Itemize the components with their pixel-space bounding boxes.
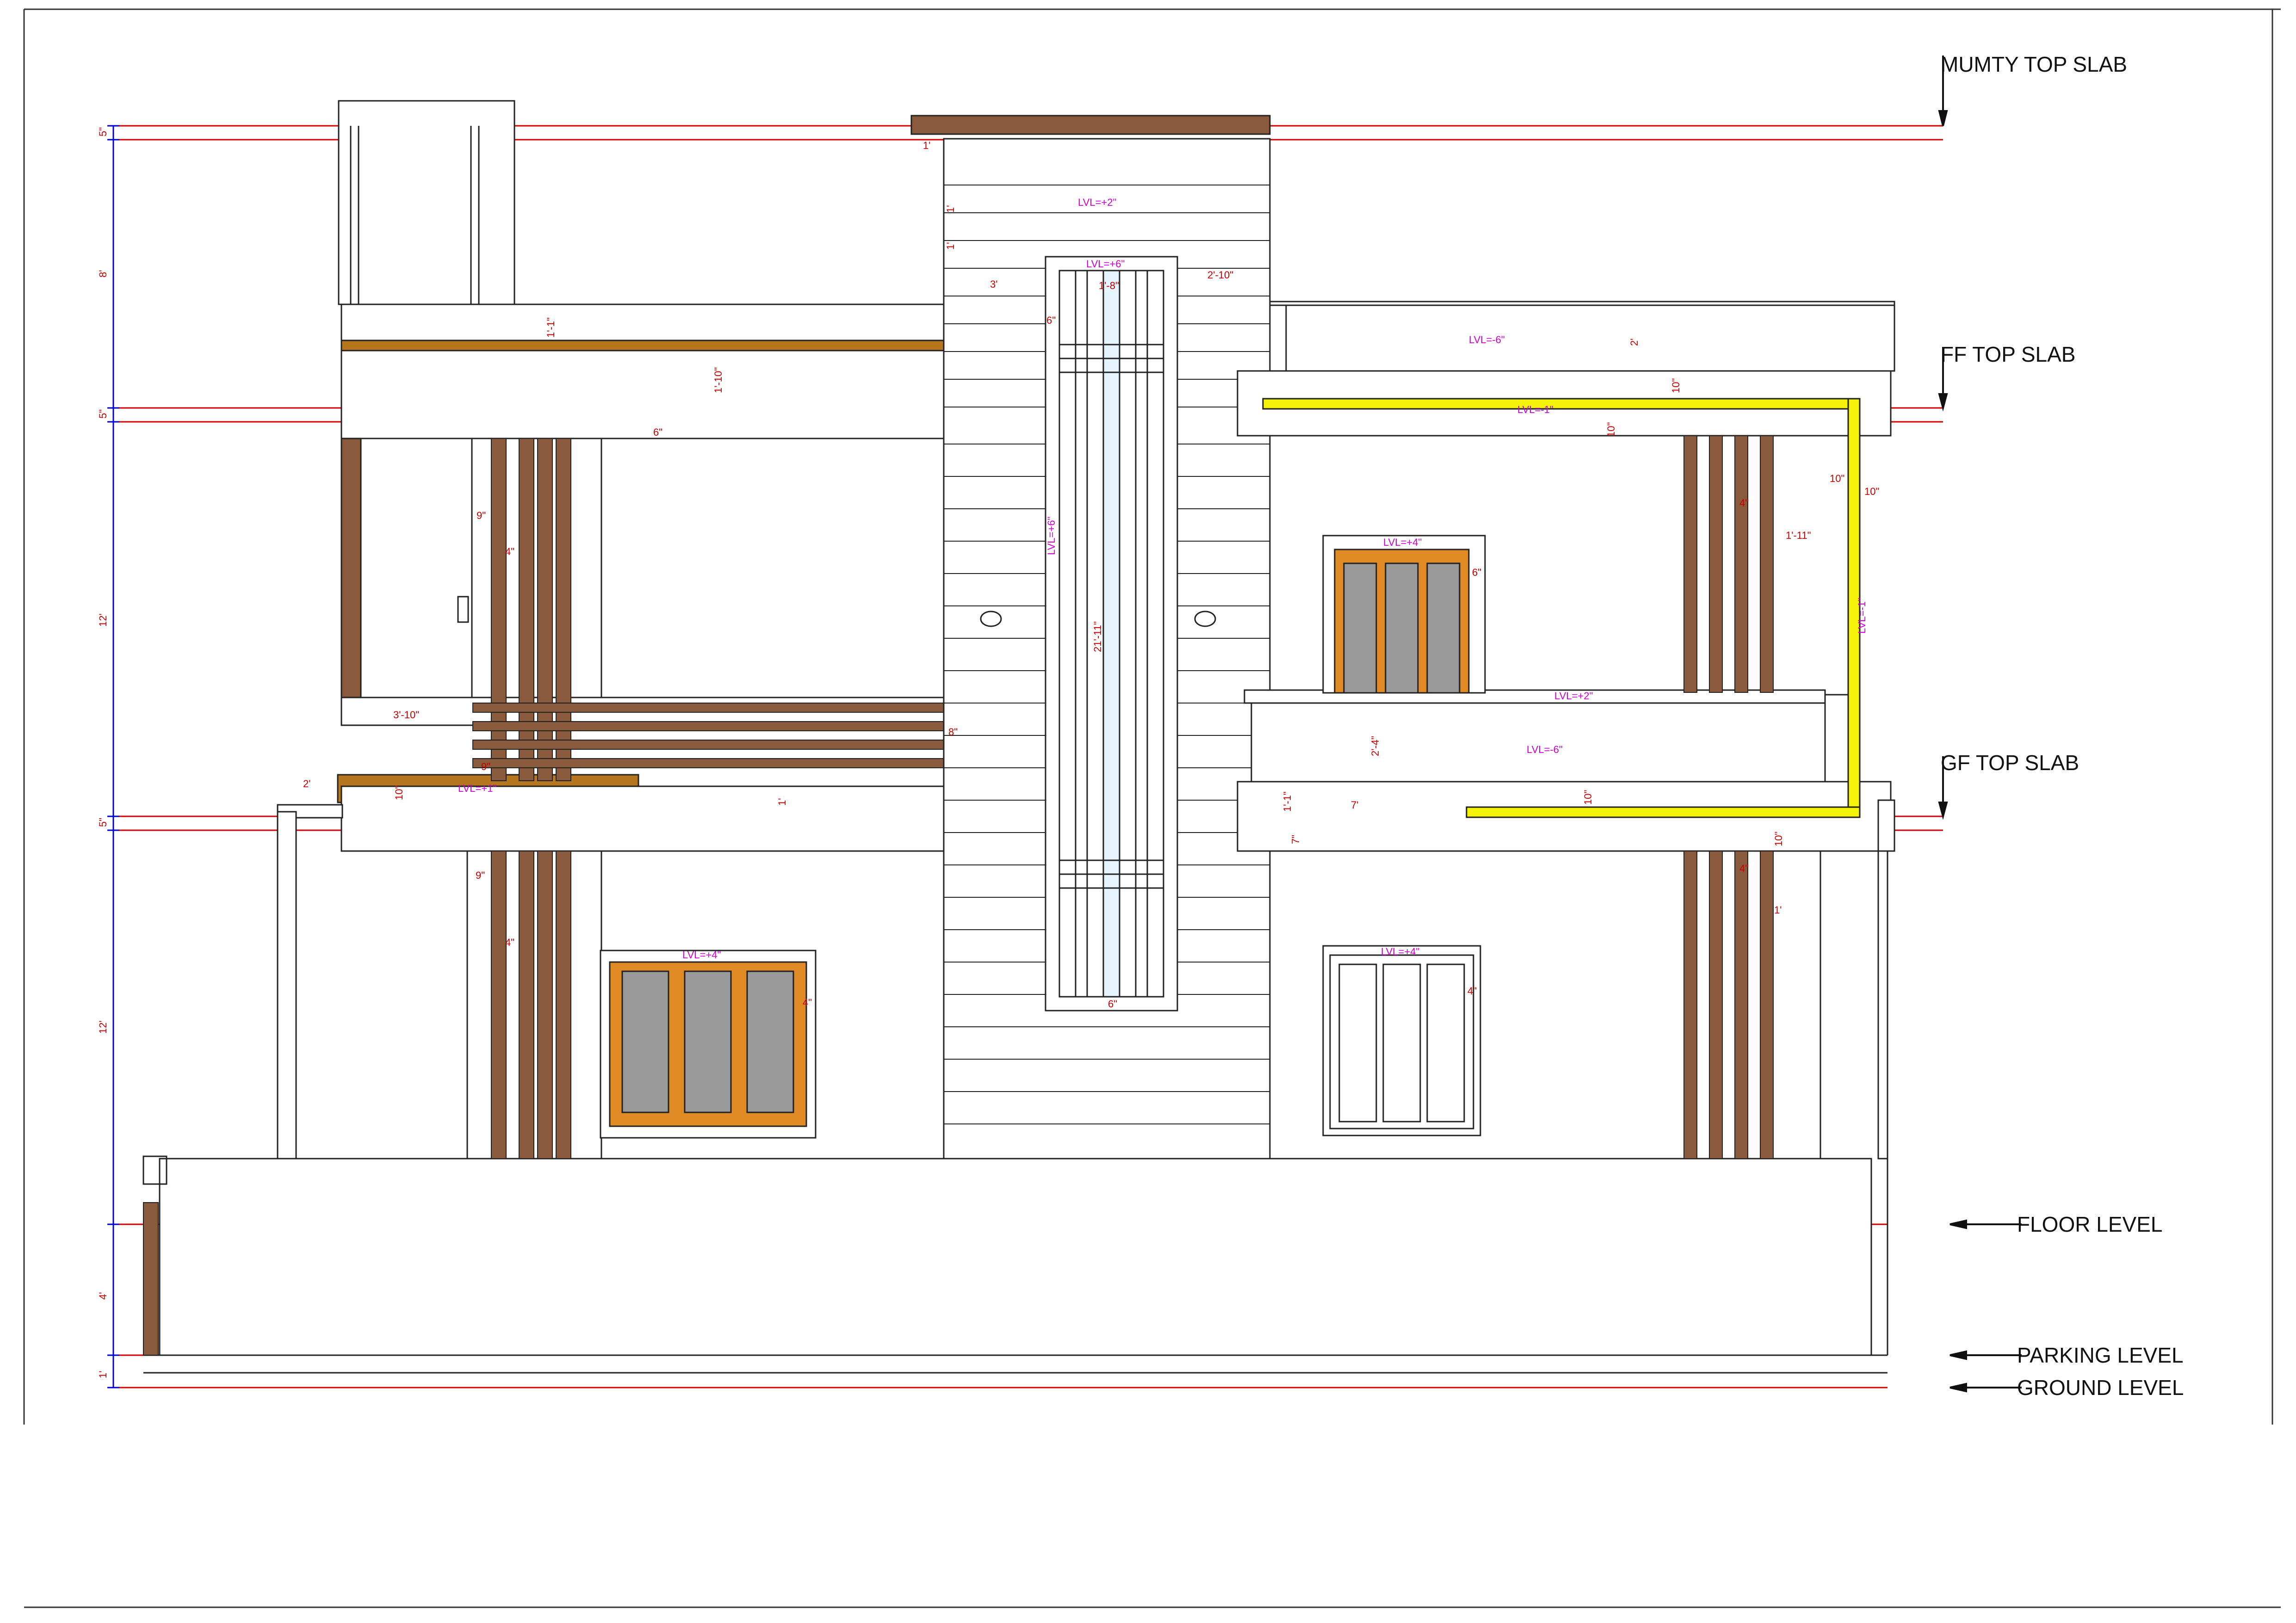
dim-text-3ft10: 3'-10" bbox=[393, 709, 419, 721]
dim-text-6in-tower: 6" bbox=[1046, 315, 1056, 326]
dim-text-9in-gf: 9" bbox=[476, 870, 485, 881]
dim-text-4in-right-gf: 4" bbox=[1739, 863, 1749, 874]
dim-text-9in-ff: 9" bbox=[477, 510, 486, 521]
dim-text-4in-window: 4" bbox=[803, 997, 812, 1008]
note-lvl-p6-tower: LVL=+6" bbox=[1086, 258, 1125, 270]
label-floor-level: FLOOR LEVEL bbox=[2017, 1212, 2162, 1236]
dim-text-1ft-right-gf: 1' bbox=[1774, 904, 1782, 916]
dim-text-2ft10: 2'-10" bbox=[1207, 269, 1233, 281]
note-lvl-m6-right-top: LVL=-6" bbox=[1469, 334, 1505, 346]
note-lvl-p6-vertical: LVL=+6" bbox=[1046, 517, 1057, 555]
dim-parking: 1' bbox=[97, 1371, 109, 1378]
dim-gf-slab: 5" bbox=[97, 818, 109, 827]
dim-text-1ft8: 1'-8" bbox=[1099, 280, 1119, 291]
dim-mumty-slab: 5" bbox=[97, 127, 109, 136]
dim-text-1ft-balcony: 1' bbox=[776, 798, 788, 806]
dim-text-3ft: 3' bbox=[990, 278, 997, 290]
label-mumty-top-slab: MUMTY TOP SLAB bbox=[1941, 52, 2127, 76]
dim-gf-height: 12' bbox=[97, 1020, 109, 1034]
dim-text-10in-left: 10" bbox=[393, 785, 405, 800]
note-lvl-p2-tower: LVL=+2" bbox=[1078, 197, 1116, 208]
left-louvres-lower bbox=[491, 851, 571, 1159]
elevation-drawing: 5" 8' 5" 12' 5" 12' 4' 1' 1' 1' 1' 3' 2'… bbox=[23, 8, 2281, 1608]
dim-text-1ft1-right: 1'-1" bbox=[1281, 791, 1293, 812]
dim-text-6in-left-slab: 6" bbox=[653, 426, 662, 438]
right-ff-window bbox=[1322, 535, 1486, 694]
label-gf-top-slab: GF TOP SLAB bbox=[1941, 751, 2079, 775]
note-lvl-p1-left: LVL=+1" bbox=[458, 783, 496, 794]
dim-plinth: 4' bbox=[97, 1292, 109, 1300]
dim-text-8in: 8" bbox=[948, 726, 958, 738]
note-lvl-m1-fascia: LVL=-1" bbox=[1517, 404, 1553, 415]
note-lvl-p4-gf-right: LVL=+4" bbox=[1381, 946, 1419, 957]
left-dimension-chain: 5" 8' 5" 12' 5" 12' 4' 1' bbox=[97, 125, 119, 1388]
left-gf-window bbox=[600, 950, 817, 1139]
dim-text-1ft-tower-a: 1' bbox=[945, 205, 956, 213]
note-lvl-m1-vertical: LVL=-1" bbox=[1856, 598, 1868, 634]
dim-text-2ft-right: 2' bbox=[1628, 339, 1640, 346]
dim-ff-height: 12' bbox=[97, 613, 109, 627]
dim-text-2ft: 2' bbox=[303, 778, 310, 790]
dim-text-1ft10: 1'-10" bbox=[712, 367, 724, 393]
label-ff-top-slab: FF TOP SLAB bbox=[1941, 342, 2075, 366]
mumty-structure bbox=[338, 100, 515, 305]
dim-text-4in-ff: 4" bbox=[505, 546, 514, 557]
label-ground-level: GROUND LEVEL bbox=[2017, 1376, 2184, 1400]
plinth-base bbox=[142, 1155, 1888, 1374]
dim-text-4in-gf: 4" bbox=[505, 937, 514, 948]
dim-text-7ft: 7' bbox=[1351, 799, 1358, 811]
gate-post bbox=[143, 1202, 159, 1356]
dim-text-9in-balcony: 9" bbox=[481, 761, 490, 772]
note-lvl-p4-ff-window: LVL=+4" bbox=[1383, 537, 1422, 548]
note-lvl-p4-gf-left: LVL=+4" bbox=[682, 949, 721, 961]
dim-text-10in-right-b: 10" bbox=[1605, 422, 1617, 437]
note-lvl-p2-right-balcony: LVL=+2" bbox=[1554, 690, 1593, 702]
dim-text-10in-right-d: 10" bbox=[1864, 486, 1879, 497]
right-gf-window bbox=[1322, 945, 1481, 1136]
dim-text-10in-right-f: 10" bbox=[1773, 832, 1784, 846]
dim-ff-slab: 5" bbox=[97, 409, 109, 419]
dim-text-1ft-top: 1' bbox=[923, 140, 930, 151]
dim-text-10in-right-c: 10" bbox=[1830, 473, 1844, 484]
dim-text-4in-right-ff: 4" bbox=[1739, 497, 1749, 509]
dim-text-6in-window: 6" bbox=[1472, 567, 1481, 578]
note-lvl-m6-right-balcony: LVL=-6" bbox=[1527, 744, 1563, 755]
dim-text-10in-right-a: 10" bbox=[1670, 378, 1682, 393]
dim-text-6in-tower-bottom: 6" bbox=[1108, 998, 1117, 1010]
dim-text-10in-right-e: 10" bbox=[1582, 790, 1594, 805]
label-parking-level: PARKING LEVEL bbox=[2017, 1343, 2184, 1367]
dim-text-1ft11: 1'-11" bbox=[1786, 530, 1811, 541]
dim-text-1ft1-left: 1'-1" bbox=[545, 317, 557, 338]
dim-mumty-height: 8' bbox=[97, 270, 109, 278]
dim-text-2ft4: 2'-4" bbox=[1369, 736, 1381, 756]
tower-glazing bbox=[1045, 256, 1178, 1012]
dim-text-7in: 7" bbox=[1290, 835, 1301, 844]
level-markers bbox=[1938, 56, 2022, 1393]
dim-text-21ft11: 21'-11" bbox=[1092, 621, 1103, 652]
dim-text-4in-rgf-window: 4" bbox=[1467, 985, 1477, 997]
dim-text-1ft-tower-b: 1' bbox=[945, 242, 956, 250]
